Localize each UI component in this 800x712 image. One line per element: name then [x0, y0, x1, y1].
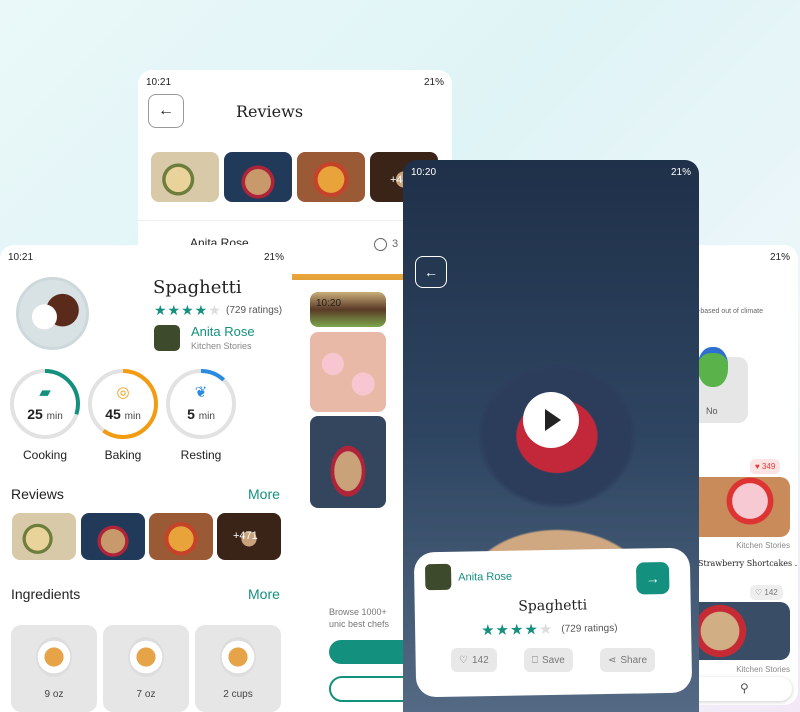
timer-cooking: ▰ 25 min Cooking — [9, 368, 81, 462]
review-photo[interactable] — [149, 513, 213, 560]
author-avatar — [424, 563, 452, 591]
save-button[interactable]: ⎕ Save — [524, 648, 573, 672]
ingredient-image — [36, 637, 72, 677]
feed-screen: 21% -based out of climate No ♥ 349 Kitch… — [690, 245, 798, 705]
ingredient-image — [220, 637, 256, 677]
leaf-icon: ❦ — [194, 384, 208, 401]
timer-value: 45 — [105, 406, 121, 422]
timer-resting: ❦ 5 min Resting — [165, 368, 237, 462]
ingredient-qty: 7 oz — [136, 689, 156, 700]
cupcakes-image — [310, 332, 386, 412]
login-button[interactable] — [329, 676, 405, 702]
ingredient-card[interactable]: 9 oz — [11, 625, 97, 712]
timer-unit: min — [46, 411, 63, 422]
ingredient-card[interactable]: 7 oz — [103, 625, 189, 712]
rating-stars: ★★★★★ — [154, 302, 222, 318]
review-photo[interactable] — [81, 513, 145, 560]
play-button[interactable] — [523, 392, 579, 448]
back-button[interactable]: ← — [148, 94, 184, 128]
ingredient-card[interactable]: 2 cups — [195, 625, 281, 712]
play-icon — [545, 409, 561, 431]
author-name[interactable]: Anita Rose — [191, 324, 255, 339]
recipe-card: Anita Rose → Spaghetti ★★★★★ (729 rating… — [413, 547, 693, 698]
ratings-count: (729 ratings) — [561, 622, 618, 635]
page-title: Reviews — [236, 102, 304, 121]
ingredient-qty: 2 cups — [223, 689, 253, 700]
cookie-icon: ◎ — [116, 384, 130, 401]
ingredient-qty: 9 oz — [44, 689, 64, 700]
rating-stars: ★★★★★ — [480, 620, 554, 640]
share-label: Share — [620, 654, 648, 666]
timer-value: 5 — [187, 406, 195, 422]
recipe-image — [16, 277, 89, 350]
battery: 21% — [670, 166, 691, 178]
recipe-source: Kitchen Stories — [736, 665, 790, 674]
ingredients-heading: Ingredients — [11, 586, 81, 602]
battery: 21% — [263, 251, 284, 263]
status-time: 10:20 — [316, 298, 342, 309]
review-photo[interactable] — [297, 152, 365, 202]
ratings-count: (729 ratings) — [226, 305, 283, 316]
reviews-heading: Reviews — [11, 486, 64, 502]
choice-label: No — [706, 406, 718, 416]
bottom-nav: ⚲ — [690, 677, 792, 701]
like-count: 349 — [761, 462, 776, 471]
pancake-image — [310, 416, 386, 508]
like-count: 142 — [764, 588, 778, 597]
battery: 21% — [769, 251, 790, 263]
video-screen: 10:20 21% ← Anita Rose → Spaghetti ★★★★★ … — [403, 160, 699, 712]
review-time: 3 — [392, 238, 399, 250]
author-avatar — [154, 325, 180, 351]
ingredient-image — [128, 637, 164, 677]
onboarding-text: Browse 1000+ unic best chefs — [329, 607, 390, 629]
open-recipe-button[interactable]: → — [635, 561, 670, 595]
ingredients-more-link[interactable]: More — [248, 586, 280, 602]
timer-unit: min — [124, 411, 141, 422]
question-text: -based out of climate — [698, 308, 763, 315]
timer-label: Cooking — [22, 448, 68, 462]
recipe-title: Spaghetti — [518, 597, 588, 615]
clock-icon — [374, 238, 387, 251]
share-button[interactable]: ⋖ Share — [600, 648, 656, 672]
timer-value: 25 — [27, 406, 43, 422]
timer-label: Baking — [104, 448, 142, 462]
turtle-icon — [698, 347, 728, 387]
status-time: 10:21 — [146, 76, 172, 88]
like-count: 142 — [471, 654, 489, 666]
save-label: Save — [542, 654, 565, 666]
review-photo[interactable] — [12, 513, 76, 560]
review-photo[interactable] — [151, 152, 219, 202]
progress-ring — [166, 369, 236, 439]
review-photo[interactable] — [224, 152, 292, 202]
progress-ring — [10, 369, 80, 439]
like-button[interactable]: ♡ 142 — [451, 648, 497, 672]
like-badge[interactable]: ♡ 142 — [750, 585, 783, 600]
battery: 21% — [423, 76, 444, 88]
reviews-more-link[interactable]: More — [248, 486, 280, 502]
author-source: Kitchen Stories — [191, 341, 252, 351]
review-photo-more[interactable]: +471 — [217, 513, 281, 560]
like-badge[interactable]: ♥ 349 — [750, 459, 781, 474]
status-time: 10:20 — [411, 166, 437, 178]
author-name[interactable]: Anita Rose — [458, 571, 512, 584]
cheese-icon: ▰ — [39, 384, 51, 401]
get-started-button[interactable] — [329, 640, 405, 664]
status-time: 10:21 — [8, 251, 34, 263]
timer-label: Resting — [180, 448, 222, 462]
back-button[interactable]: ← — [415, 256, 447, 288]
pancake-image[interactable] — [690, 602, 790, 660]
profile-icon[interactable]: ⚲ — [740, 681, 749, 695]
recipe-title: Spaghetti — [153, 277, 242, 298]
shortcake-image[interactable] — [690, 477, 790, 537]
timer-baking: ◎ 45 min Baking — [87, 368, 159, 462]
recipe-title[interactable]: Strawberry Shortcakes . — [698, 559, 797, 568]
timer-unit: min — [198, 411, 215, 422]
recipe-source: Kitchen Stories — [736, 541, 790, 550]
progress-ring — [88, 369, 158, 439]
onboarding-screen: 10:20 Browse 1000+ unic best chefs — [292, 280, 405, 712]
